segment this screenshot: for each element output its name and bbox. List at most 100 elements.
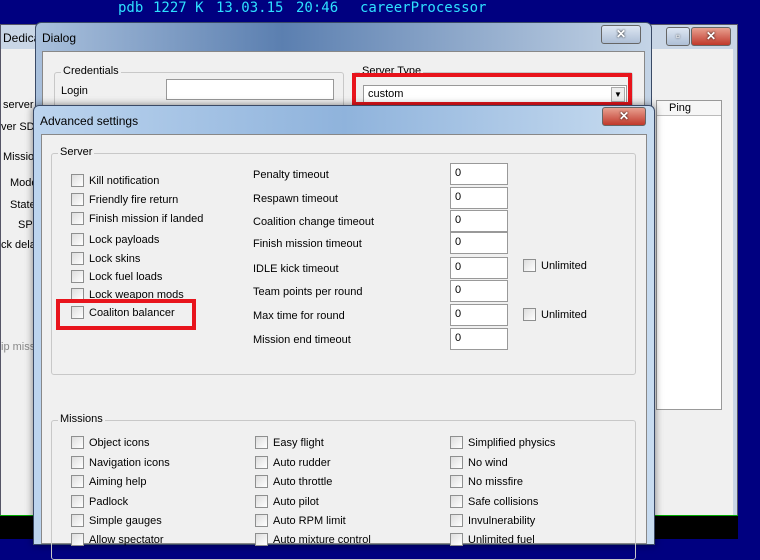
checkbox[interactable]: [450, 475, 463, 488]
server-group-label: Server: [58, 146, 95, 158]
checkbox-label: Unlimited: [541, 259, 587, 272]
checkbox-label: Easy flight: [273, 436, 324, 449]
checkbox[interactable]: [71, 514, 84, 527]
checkbox-label: Auto throttle: [273, 475, 333, 488]
checkbox[interactable]: [255, 475, 268, 488]
server-option-checkbox[interactable]: Lock payloads: [71, 233, 159, 246]
checkbox[interactable]: [450, 514, 463, 527]
mission-option-checkbox[interactable]: Safe collisions: [450, 495, 538, 508]
mission-option-checkbox[interactable]: Padlock: [71, 495, 128, 508]
close-button[interactable]: ✕: [691, 27, 731, 46]
checkbox-label: Lock skins: [89, 252, 141, 265]
checkbox[interactable]: [255, 514, 268, 527]
checkbox-label: Auto rudder: [273, 456, 331, 469]
checkbox[interactable]: [450, 533, 463, 546]
checkbox-label: Lock payloads: [89, 233, 160, 246]
checkbox[interactable]: [255, 495, 268, 508]
mission-option-checkbox[interactable]: No missfire: [450, 475, 523, 488]
server-option-checkbox[interactable]: Lock fuel loads: [71, 270, 162, 283]
maximize-button[interactable]: ▫: [666, 27, 690, 46]
checkbox[interactable]: [71, 193, 84, 206]
checkbox[interactable]: [71, 456, 84, 469]
timeout-input[interactable]: 0: [450, 187, 508, 209]
checkbox-label: Kill notification: [89, 174, 160, 187]
checkbox[interactable]: [523, 308, 536, 321]
mission-option-checkbox[interactable]: Auto pilot: [255, 495, 319, 508]
checkbox[interactable]: [255, 533, 268, 546]
dialog-close-button[interactable]: ✕: [601, 25, 641, 44]
mission-option-checkbox[interactable]: Unlimited fuel: [450, 533, 535, 546]
mission-option-checkbox[interactable]: Aiming help: [71, 475, 146, 488]
mission-option-checkbox[interactable]: Auto throttle: [255, 475, 332, 488]
checkbox[interactable]: [450, 436, 463, 449]
checkbox[interactable]: [71, 252, 84, 265]
checkbox-label: Simplified physics: [468, 436, 556, 449]
timeout-label: Finish mission timeout: [253, 238, 362, 250]
checkbox[interactable]: [71, 174, 84, 187]
login-input[interactable]: [166, 79, 334, 100]
terminal-file-size: 1227 K: [153, 0, 204, 16]
unlimited-checkbox[interactable]: Unlimited: [523, 259, 587, 272]
checkbox[interactable]: [71, 495, 84, 508]
mission-option-checkbox[interactable]: Simplified physics: [450, 436, 555, 449]
checkbox-label: Auto mixture control: [273, 533, 371, 546]
mission-option-checkbox[interactable]: Easy flight: [255, 436, 324, 449]
checkbox[interactable]: [450, 456, 463, 469]
dialog-title: Dialog: [42, 31, 77, 45]
timeout-input[interactable]: 0: [450, 232, 508, 254]
mission-option-checkbox[interactable]: Auto mixture control: [255, 533, 371, 546]
timeout-input[interactable]: 0: [450, 328, 508, 350]
checkbox-label: Auto pilot: [273, 495, 319, 508]
timeout-input[interactable]: 0: [450, 257, 508, 279]
mission-option-checkbox[interactable]: Allow spectator: [71, 533, 164, 546]
mission-option-checkbox[interactable]: Auto RPM limit: [255, 514, 346, 527]
server-option-checkbox[interactable]: Finish mission if landed: [71, 212, 203, 225]
checkbox[interactable]: [71, 233, 84, 246]
checkbox[interactable]: [71, 436, 84, 449]
checkbox[interactable]: [255, 436, 268, 449]
checkbox[interactable]: [71, 475, 84, 488]
timeout-label: Team points per round: [253, 286, 363, 298]
mission-option-checkbox[interactable]: Invulnerability: [450, 514, 535, 527]
checkbox-label: No wind: [468, 456, 508, 469]
timeout-label: Max time for round: [253, 310, 345, 322]
timeout-input[interactable]: 0: [450, 304, 508, 326]
mission-option-checkbox[interactable]: No wind: [450, 456, 508, 469]
checkbox[interactable]: [71, 212, 84, 225]
checkbox[interactable]: [255, 456, 268, 469]
checkbox[interactable]: [71, 270, 84, 283]
checkbox-label: Invulnerability: [468, 514, 536, 527]
checkbox[interactable]: [450, 495, 463, 508]
checkbox-label: Simple gauges: [89, 514, 162, 527]
checkbox-label: Lock fuel loads: [89, 270, 163, 283]
mission-option-checkbox[interactable]: Navigation icons: [71, 456, 170, 469]
timeout-label: IDLE kick timeout: [253, 263, 339, 275]
login-label: Login: [61, 85, 88, 97]
server-option-checkbox[interactable]: Kill notification: [71, 174, 159, 187]
checkbox-label: Padlock: [89, 495, 129, 508]
terminal-file-time: 20:46: [296, 0, 339, 16]
checkbox-label: Auto RPM limit: [273, 514, 346, 527]
checkbox-label: Aiming help: [89, 475, 147, 488]
timeout-input[interactable]: 0: [450, 163, 508, 185]
checkbox[interactable]: [523, 259, 536, 272]
checkbox-label: Safe collisions: [468, 495, 539, 508]
bg-label: server: [3, 99, 34, 111]
player-list[interactable]: Ping: [656, 100, 722, 410]
bg-label: State: [10, 199, 36, 211]
timeout-input[interactable]: 0: [450, 210, 508, 232]
mission-option-checkbox[interactable]: Object icons: [71, 436, 150, 449]
checkbox[interactable]: [71, 533, 84, 546]
mission-option-checkbox[interactable]: Auto rudder: [255, 456, 330, 469]
checkbox-label: Unlimited: [541, 308, 587, 321]
server-option-checkbox[interactable]: Lock skins: [71, 252, 140, 265]
unlimited-checkbox[interactable]: Unlimited: [523, 308, 587, 321]
ping-column-header[interactable]: Ping: [657, 101, 721, 116]
timeout-input[interactable]: 0: [450, 280, 508, 302]
server-option-checkbox[interactable]: Friendly fire return: [71, 193, 178, 206]
terminal-file-name: pdb: [118, 0, 144, 16]
advanced-close-button[interactable]: ✕: [602, 107, 646, 126]
checkbox-label: Allow spectator: [89, 533, 164, 546]
mission-option-checkbox[interactable]: Simple gauges: [71, 514, 162, 527]
server-type-highlight: [352, 73, 632, 106]
